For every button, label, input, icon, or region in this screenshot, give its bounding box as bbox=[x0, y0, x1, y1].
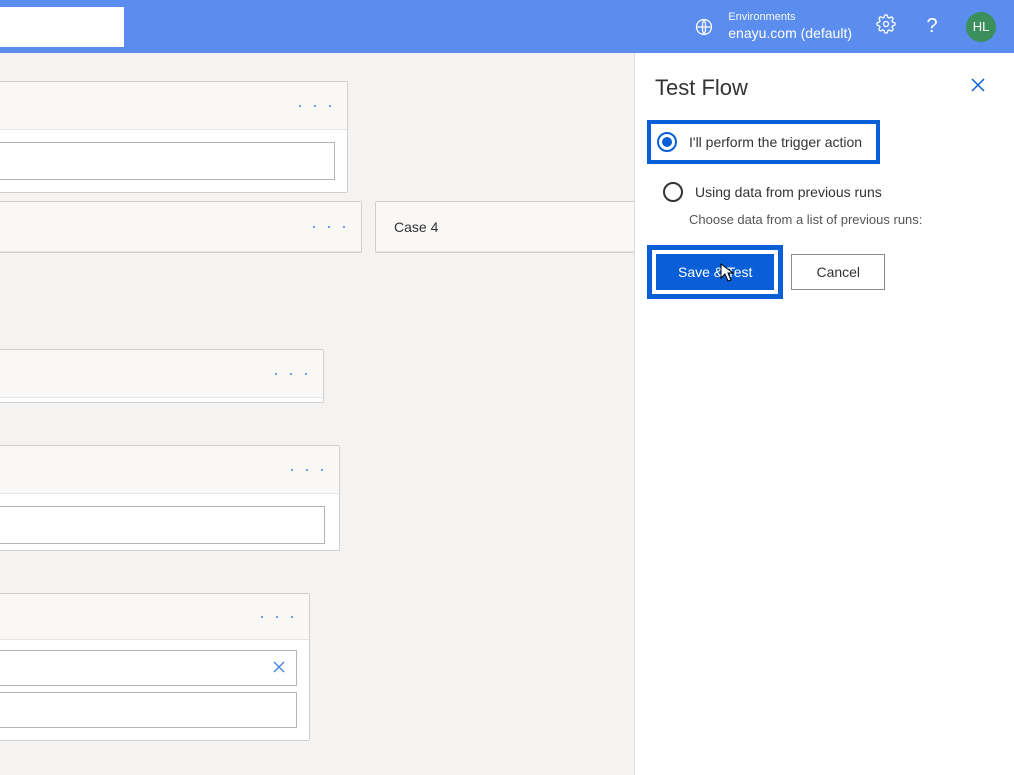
header-right: Environments enayu.com (default) ? HL bbox=[694, 11, 996, 42]
environments-label: Environments bbox=[728, 11, 852, 25]
more-icon[interactable]: · · · bbox=[259, 606, 297, 627]
card-header: · · · bbox=[0, 82, 347, 130]
save-test-button[interactable]: Save & Test bbox=[656, 254, 774, 290]
flow-card[interactable]: · · · bbox=[0, 81, 348, 193]
card-input[interactable] bbox=[0, 506, 325, 544]
user-avatar[interactable]: HL bbox=[966, 12, 996, 42]
flow-card[interactable]: · · · bbox=[0, 349, 324, 403]
radio-previous-runs[interactable]: Using data from previous runs bbox=[657, 174, 896, 210]
header-left bbox=[0, 0, 124, 53]
radio-icon bbox=[657, 132, 677, 152]
environment-selector[interactable]: Environments enayu.com (default) bbox=[694, 11, 852, 42]
card-header: · · · bbox=[0, 446, 339, 494]
card-row[interactable] bbox=[0, 650, 297, 686]
flow-card[interactable]: · · · bbox=[0, 593, 310, 741]
card-header: · · · bbox=[0, 202, 361, 252]
radio-icon bbox=[663, 182, 683, 202]
cancel-button[interactable]: Cancel bbox=[791, 254, 885, 290]
more-icon[interactable]: · · · bbox=[273, 363, 311, 384]
panel-title: Test Flow bbox=[655, 75, 748, 101]
help-icon: ? bbox=[926, 15, 937, 38]
flow-card[interactable]: · · · bbox=[0, 201, 362, 253]
radio-perform-trigger[interactable]: I'll perform the trigger action bbox=[647, 120, 880, 164]
app-header: Environments enayu.com (default) ? HL bbox=[0, 0, 1014, 53]
brand-placeholder bbox=[0, 7, 124, 47]
more-icon[interactable]: · · · bbox=[297, 95, 335, 116]
close-panel-button[interactable] bbox=[966, 73, 990, 102]
card-row[interactable] bbox=[0, 692, 297, 728]
radio-label: Using data from previous runs bbox=[695, 184, 882, 200]
radio-subtext: Choose data from a list of previous runs… bbox=[689, 212, 990, 227]
panel-actions: Save & Test Cancel bbox=[655, 245, 990, 299]
flow-canvas[interactable]: · · · · · · Case 4 · · · · · · · · · bbox=[0, 53, 634, 775]
globe-icon bbox=[694, 17, 714, 37]
save-test-highlight: Save & Test bbox=[647, 245, 783, 299]
avatar-initials: HL bbox=[973, 19, 990, 34]
help-button[interactable]: ? bbox=[920, 15, 944, 39]
flow-card[interactable]: · · · bbox=[0, 445, 340, 551]
more-icon[interactable]: · · · bbox=[311, 216, 349, 237]
close-icon[interactable] bbox=[272, 660, 286, 677]
gear-icon bbox=[876, 14, 896, 39]
panel-header: Test Flow bbox=[655, 73, 990, 102]
more-icon[interactable]: · · · bbox=[289, 459, 327, 480]
card-header: · · · bbox=[0, 350, 323, 398]
test-flow-panel: Test Flow I'll perform the trigger actio… bbox=[634, 53, 1014, 775]
settings-button[interactable] bbox=[874, 15, 898, 39]
close-icon bbox=[970, 80, 986, 97]
card-input[interactable] bbox=[0, 142, 335, 180]
card-header: · · · bbox=[0, 594, 309, 640]
case-label: Case 4 bbox=[394, 219, 438, 235]
radio-label: I'll perform the trigger action bbox=[689, 134, 862, 150]
environment-value: enayu.com (default) bbox=[728, 25, 852, 43]
environment-text: Environments enayu.com (default) bbox=[728, 11, 852, 42]
